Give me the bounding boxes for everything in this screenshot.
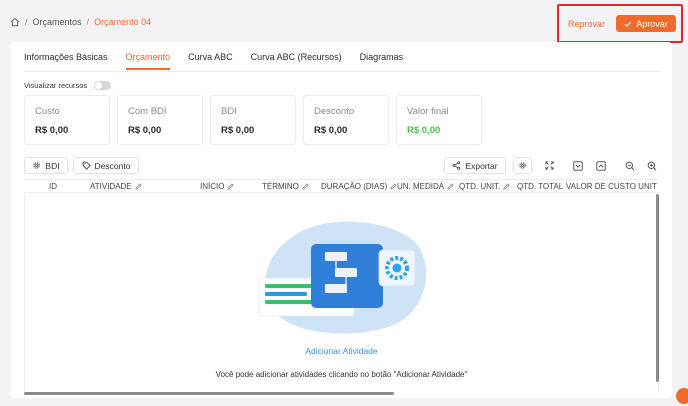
kpi-desconto: Desconto R$ 0,00 <box>303 95 389 145</box>
reprovar-button[interactable]: Reprovar <box>568 16 605 32</box>
kpi-label: Valor final <box>407 106 449 117</box>
empty-state-illustration <box>258 221 427 334</box>
pencil-icon <box>447 183 454 190</box>
chevron-up-square-icon <box>595 160 606 171</box>
top-bar: / Orçamentos / Orçamento 04 Reprovar Apr… <box>0 0 688 44</box>
zoom-in-icon <box>647 161 656 170</box>
zoom-in-button[interactable] <box>642 157 661 174</box>
visualizar-recursos-label: Visualizar recursos <box>24 81 88 90</box>
aprovar-button[interactable]: Aprovar <box>616 15 676 32</box>
tab-curva-abc-recursos[interactable]: Curva ABC (Recursos) <box>251 52 342 70</box>
collapse-all-button[interactable] <box>591 157 610 174</box>
column-qtd-total[interactable]: QTD. TOTAL <box>517 182 563 191</box>
tabs-divider <box>24 71 661 72</box>
table-header: ID ATIVIDADE INÍCIO TÉRMINO DURAÇÃO (DIA… <box>24 179 659 193</box>
column-termino[interactable]: TÉRMINO <box>262 182 309 191</box>
column-label: INÍCIO <box>200 182 225 191</box>
chat-widget-button[interactable] <box>676 388 688 404</box>
kpi-value: R$ 0,00 <box>407 125 441 136</box>
gear-icon <box>519 162 526 169</box>
tabs: Informações Básicas Orçamento Curva ABC … <box>24 52 421 70</box>
visualizar-recursos-toggle[interactable] <box>94 81 112 90</box>
column-atividade[interactable]: ATIVIDADE <box>90 182 142 191</box>
column-label: ID <box>49 182 57 191</box>
kpi-label: Com BDI <box>128 106 167 117</box>
pencil-icon <box>503 183 510 190</box>
expand-all-button[interactable] <box>568 157 587 174</box>
expand-icon <box>545 161 554 170</box>
bdi-label: BDI <box>45 160 60 171</box>
approval-actions: Reprovar Aprovar <box>557 4 683 43</box>
aprovar-label: Aprovar <box>636 18 668 29</box>
column-inicio[interactable]: INÍCIO <box>200 182 235 191</box>
column-qtd-unit[interactable]: QTD. UNIT. <box>459 182 510 191</box>
pencil-icon <box>135 183 142 190</box>
pencil-icon <box>302 183 309 190</box>
chevron-down-square-icon <box>572 160 583 171</box>
kpi-value: R$ 0,00 <box>314 125 348 136</box>
exportar-label: Exportar <box>465 160 498 171</box>
desconto-button[interactable]: Desconto <box>73 157 139 174</box>
column-valor-custo-unit[interactable]: VALOR DE CUSTO UNIT <box>566 182 657 191</box>
kpi-valor-final: Valor final R$ 0,00 <box>396 95 482 145</box>
kpi-label: Desconto <box>314 106 355 117</box>
visualizar-recursos: Visualizar recursos <box>24 81 112 90</box>
horizontal-scrollbar[interactable] <box>24 392 394 395</box>
column-label: QTD. UNIT. <box>459 182 501 191</box>
breadcrumb-orcamentos[interactable]: Orçamentos <box>33 17 82 27</box>
breadcrumb-separator: / <box>86 17 90 27</box>
kpi-custo: Custo R$ 0,00 <box>24 95 110 145</box>
column-duracao[interactable]: DURAÇÃO (DIAS) <box>321 182 397 191</box>
kpi-row: Custo R$ 0,00 Com BDI R$ 0,00 BDI R$ 0,0… <box>24 95 482 145</box>
fullscreen-button[interactable] <box>540 157 559 174</box>
column-label: ATIVIDADE <box>90 182 132 191</box>
pencil-icon <box>227 183 235 190</box>
settings-button[interactable] <box>513 157 532 174</box>
tab-informacoes-basicas[interactable]: Informações Básicas <box>24 52 108 70</box>
home-icon[interactable] <box>10 17 20 27</box>
check-icon <box>624 20 632 27</box>
column-label: QTD. TOTAL <box>517 182 564 191</box>
kpi-value: R$ 0,00 <box>221 125 255 136</box>
kpi-label: Custo <box>35 106 60 117</box>
tab-curva-abc[interactable]: Curva ABC <box>188 52 233 70</box>
tab-diagramas[interactable]: Diagramas <box>360 52 404 70</box>
gear-icon <box>33 162 41 169</box>
bdi-button[interactable]: BDI <box>24 157 68 174</box>
breadcrumb-separator: / <box>25 17 28 27</box>
desconto-label: Desconto <box>94 160 131 171</box>
column-label: UN. MEDIDA <box>397 182 445 191</box>
column-un-medida[interactable]: UN. MEDIDA <box>397 182 454 191</box>
exportar-button[interactable]: Exportar <box>444 157 506 174</box>
adicionar-atividade-link[interactable]: Adicionar Atividade <box>11 346 672 356</box>
breadcrumb: / Orçamentos / Orçamento 04 <box>10 17 151 27</box>
tab-orcamento[interactable]: Orçamento <box>125 52 170 70</box>
kpi-bdi: BDI R$ 0,00 <box>210 95 296 145</box>
zoom-out-button[interactable] <box>620 157 639 174</box>
column-label: TÉRMINO <box>262 182 299 191</box>
empty-state-message: Você pode adicionar atividades clicando … <box>215 370 468 379</box>
kpi-label: BDI <box>221 106 237 117</box>
kpi-value: R$ 0,00 <box>35 125 69 136</box>
column-label: DURAÇÃO (DIAS) <box>321 182 388 191</box>
column-label: VALOR DE CUSTO UNIT <box>566 182 657 191</box>
kpi-value: R$ 0,00 <box>128 125 162 136</box>
budget-card: Informações Básicas Orçamento Curva ABC … <box>11 42 672 398</box>
column-id[interactable]: ID <box>49 182 57 191</box>
zoom-out-icon <box>625 161 634 170</box>
kpi-com-bdi: Com BDI R$ 0,00 <box>117 95 203 145</box>
tag-icon <box>82 161 91 170</box>
share-icon <box>452 161 461 170</box>
breadcrumb-current: Orçamento 04 <box>94 17 152 27</box>
